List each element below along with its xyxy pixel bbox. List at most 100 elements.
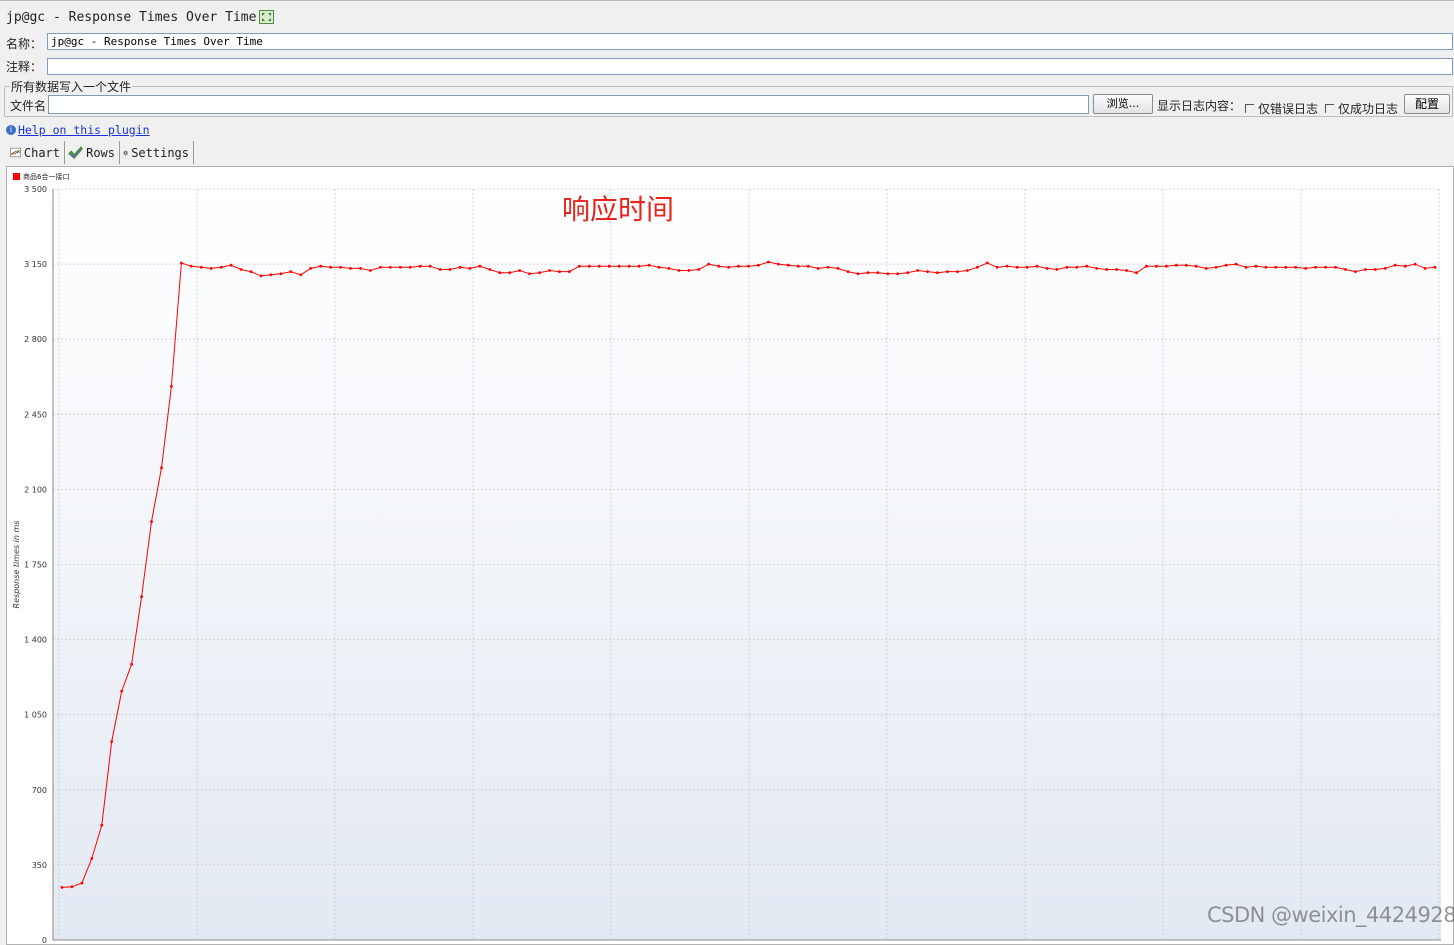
data-point xyxy=(956,270,959,273)
data-point xyxy=(1294,265,1298,269)
data-point xyxy=(946,270,949,273)
data-point xyxy=(717,264,721,268)
data-point xyxy=(548,269,551,272)
data-point xyxy=(1403,264,1407,268)
data-point xyxy=(319,264,323,268)
errors-only-checkbox[interactable]: 仅错误日志 xyxy=(1245,100,1318,117)
filename-input[interactable] xyxy=(48,95,1089,114)
data-point xyxy=(886,272,890,276)
data-point xyxy=(1065,265,1069,269)
tab-settings[interactable]: Settings xyxy=(121,141,194,164)
data-point xyxy=(70,885,74,889)
y-tick-label: 1 400 xyxy=(24,636,47,645)
data-point xyxy=(269,273,273,277)
data-point xyxy=(170,385,173,388)
data-point xyxy=(786,263,790,267)
file-group-legend: 所有数据写入一个文件 xyxy=(10,78,133,95)
help-link[interactable]: Help on this plugin xyxy=(18,123,150,137)
data-point xyxy=(856,272,860,276)
y-tick-label: 350 xyxy=(32,861,47,870)
data-point xyxy=(667,267,671,270)
y-tick-label: 700 xyxy=(32,786,47,795)
data-point xyxy=(1314,265,1317,269)
data-point xyxy=(90,857,94,860)
data-point xyxy=(379,265,382,269)
comment-input[interactable] xyxy=(47,58,1453,75)
data-point xyxy=(1025,265,1029,269)
data-point xyxy=(518,269,522,272)
data-point xyxy=(757,263,760,267)
checkmark-icon xyxy=(68,145,83,159)
data-point xyxy=(1194,264,1198,268)
data-point xyxy=(110,740,114,743)
data-point xyxy=(1234,262,1238,266)
data-point xyxy=(747,264,750,268)
expand-icon[interactable] xyxy=(259,10,274,24)
data-point xyxy=(806,264,810,268)
data-point xyxy=(1005,264,1009,268)
data-point xyxy=(140,595,144,599)
response-time-chart: 0 350 700 1 050 1 400 1 750 2 100 2 450 2 800 3 1… xyxy=(12,172,1441,945)
data-point xyxy=(627,264,631,268)
data-point xyxy=(737,264,740,268)
data-point xyxy=(767,260,770,264)
data-point xyxy=(249,270,253,273)
title-bar: jp@gc - Response Times Over Time xyxy=(0,0,1454,32)
data-point xyxy=(229,263,233,267)
data-point xyxy=(259,274,263,278)
data-point xyxy=(508,271,512,275)
checkbox-box[interactable] xyxy=(1245,104,1254,113)
y-tick-label: 2 800 xyxy=(24,335,47,344)
data-point xyxy=(428,264,432,268)
data-point xyxy=(309,267,313,270)
y-tick-label: 0 xyxy=(42,936,47,945)
data-point xyxy=(468,267,472,270)
help-link-row[interactable]: i Help on this plugin xyxy=(6,123,150,137)
data-point xyxy=(995,265,999,269)
data-point xyxy=(936,271,939,275)
data-point xyxy=(279,272,283,276)
data-point xyxy=(448,268,452,271)
gear-icon xyxy=(123,150,129,155)
data-point xyxy=(727,265,730,269)
data-point xyxy=(966,269,969,272)
configure-button[interactable]: 配置 xyxy=(1404,94,1450,114)
data-point xyxy=(1413,262,1417,266)
data-point xyxy=(60,886,64,889)
checkbox-box[interactable] xyxy=(1325,104,1334,113)
legend-swatch xyxy=(13,173,20,180)
data-point xyxy=(1274,265,1278,269)
data-point xyxy=(1254,264,1258,268)
data-point xyxy=(1393,263,1397,267)
tab-settings-label: Settings xyxy=(131,145,189,160)
chart-annotation: 响应时间 xyxy=(562,193,674,226)
data-point xyxy=(1383,267,1387,270)
data-point xyxy=(349,267,352,270)
data-point xyxy=(478,264,482,268)
data-point xyxy=(160,466,163,470)
success-only-checkbox[interactable]: 仅成功日志 xyxy=(1325,100,1398,117)
data-point xyxy=(876,271,880,275)
data-point xyxy=(120,689,124,693)
watermark-text: CSDN @weixin_44249285 xyxy=(1207,903,1454,927)
data-point xyxy=(1244,265,1248,269)
data-point xyxy=(1075,265,1079,269)
data-point xyxy=(1135,271,1138,275)
name-input[interactable]: jp@gc - Response Times Over Time xyxy=(47,33,1453,50)
comment-label: 注释： xyxy=(6,60,43,74)
data-point xyxy=(846,270,850,273)
data-point xyxy=(239,268,243,271)
data-point xyxy=(1045,267,1049,270)
y-axis-label: Response times in ms xyxy=(12,521,21,609)
data-point xyxy=(1284,265,1288,269)
errors-only-label: 仅错误日志 xyxy=(1258,102,1319,116)
tab-rows[interactable]: Rows xyxy=(66,141,120,164)
tab-chart[interactable]: Chart xyxy=(8,141,65,164)
data-point xyxy=(776,262,780,266)
browse-button[interactable]: 浏览... xyxy=(1093,94,1153,114)
data-point xyxy=(826,265,830,269)
y-tick-label: 2 450 xyxy=(24,410,47,419)
data-point xyxy=(1324,265,1327,269)
data-point xyxy=(1214,265,1218,269)
data-point xyxy=(697,268,701,271)
